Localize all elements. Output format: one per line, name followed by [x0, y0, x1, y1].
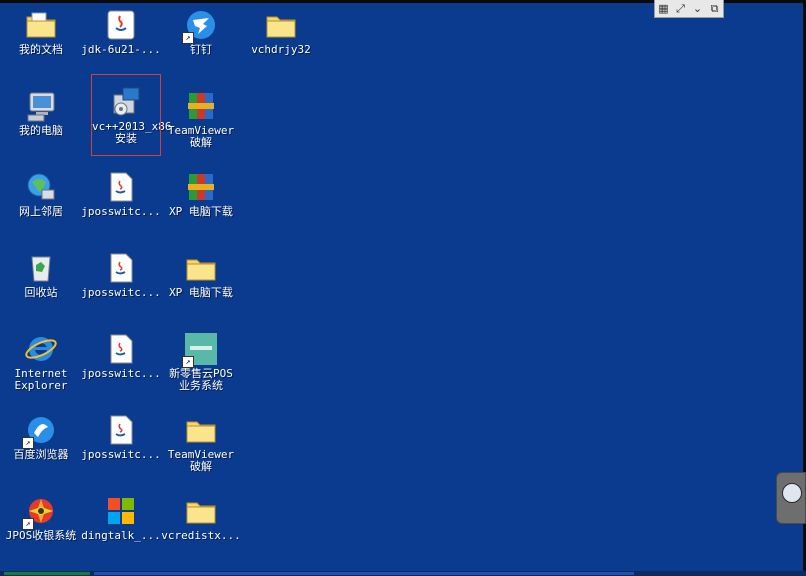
desktop-icon-jpos-cashier[interactable]: ↗ JPOS收银系统 — [1, 490, 81, 564]
icon-label: TeamViewer 破解 — [167, 124, 235, 149]
baidu-browser-icon: ↗ — [22, 413, 58, 449]
icon-label: jposswitc... — [81, 367, 161, 380]
desktop-icon-internet-explorer[interactable]: Internet Explorer — [1, 328, 81, 402]
desktop-icon-xinlingshou-pos[interactable]: ↗ 新零售云POS 业务系统 — [161, 328, 241, 402]
folder-docs-icon — [24, 8, 58, 42]
desktop-icon-jposswitch-3[interactable]: jposswitc... — [81, 328, 161, 402]
folder-icon — [184, 494, 218, 528]
desktop-icon-teamviewer-crack-1[interactable]: TeamViewer 破解 — [161, 85, 241, 159]
icon-label: 我的文档 — [19, 43, 63, 56]
folder-icon — [264, 8, 298, 42]
java-file-icon — [104, 332, 138, 366]
icon-label: 百度浏览器 — [13, 448, 69, 461]
desktop: 我的文档 我的电脑 网上邻居 回收站 Internet Explorer ↗ 百… — [0, 0, 806, 576]
computer-icon — [24, 89, 58, 123]
icon-label: 网上邻居 — [19, 205, 63, 218]
folder-icon — [184, 413, 218, 447]
desktop-icon-jposswitch-1[interactable]: jposswitc... — [81, 166, 161, 240]
desktop-icon-xp-download-2[interactable]: XP 电脑下载 — [161, 247, 241, 321]
icon-label: 钉钉 — [190, 43, 212, 56]
java-file-icon — [104, 413, 138, 447]
network-icon — [24, 170, 58, 204]
monitor-icon[interactable]: ⧉ — [708, 2, 722, 16]
icon-label: jposswitc... — [81, 205, 161, 218]
dingtalk-icon: ↗ — [182, 8, 218, 44]
grid-icon[interactable]: ▦ — [657, 2, 671, 15]
shortcut-arrow-icon: ↗ — [182, 356, 194, 368]
teamviewer-side-tab[interactable] — [776, 472, 806, 524]
start-button-edge[interactable] — [4, 572, 90, 575]
icon-label: jposswitc... — [81, 286, 161, 299]
taskbar-area — [94, 572, 634, 575]
desktop-icon-xp-download-1[interactable]: XP 电脑下载 — [161, 166, 241, 240]
icon-label: 新零售云POS 业务系统 — [169, 367, 233, 392]
shortcut-arrow-icon: ↗ — [22, 437, 34, 449]
icon-label: vcredistx... — [161, 529, 241, 542]
desktop-icon-recycle-bin[interactable]: 回收站 — [1, 247, 81, 321]
desktop-icon-my-documents[interactable]: 我的文档 — [1, 4, 81, 78]
icon-label: dingtalk_... — [81, 529, 161, 542]
desktop-icon-jposswitch-4[interactable]: jposswitc... — [81, 409, 161, 483]
winrar-archive-icon — [184, 170, 218, 204]
desktop-icon-vchdrjy32[interactable]: vchdrjy32 — [241, 4, 321, 78]
icon-label: TeamViewer 破解 — [167, 448, 235, 473]
pos-app-icon: ↗ — [182, 332, 218, 368]
fullscreen-icon[interactable]: ⤢ — [674, 2, 688, 16]
jpos-icon: ↗ — [22, 494, 58, 530]
winrar-archive-icon — [184, 89, 218, 123]
java-file-icon — [104, 170, 138, 204]
icon-label: vchdrjy32 — [251, 43, 311, 56]
desktop-icon-jdk[interactable]: jdk-6u21-... — [81, 4, 161, 78]
icon-label: jposswitc... — [81, 448, 161, 461]
java-installer-icon — [104, 8, 138, 42]
desktop-icon-teamviewer-crack-2[interactable]: TeamViewer 破解 — [161, 409, 241, 483]
icon-label: Internet Explorer — [14, 367, 68, 392]
dingtalk-installer-icon — [104, 494, 138, 528]
icon-label: jdk-6u21-... — [81, 43, 161, 56]
ie-icon — [24, 332, 58, 366]
desktop-icon-vcpp-2013[interactable]: vc++2013_x86 安装 — [91, 74, 172, 156]
installer-icon — [109, 85, 143, 119]
desktop-icon-baidu-browser[interactable]: ↗ 百度浏览器 — [1, 409, 81, 483]
folder-icon — [184, 251, 218, 285]
java-file-icon — [104, 251, 138, 285]
teamviewer-icon — [782, 483, 802, 503]
icon-label: JPOS收银系统 — [5, 529, 77, 542]
icon-label: vc++2013_x86 安装 — [92, 120, 172, 145]
icon-label: XP 电脑下载 — [169, 205, 233, 218]
shortcut-arrow-icon: ↗ — [182, 32, 194, 44]
remote-control-toolbar: ▦ ⤢ ⌄ ⧉ — [654, 0, 724, 18]
taskbar-edge — [0, 571, 806, 576]
desktop-icon-jposswitch-2[interactable]: jposswitc... — [81, 247, 161, 321]
desktop-icon-vcredist[interactable]: vcredistx... — [161, 490, 241, 564]
icon-label: XP 电脑下载 — [169, 286, 233, 299]
shortcut-arrow-icon: ↗ — [22, 518, 34, 530]
desktop-icon-dingding[interactable]: ↗ 钉钉 — [161, 4, 241, 78]
desktop-icon-network-places[interactable]: 网上邻居 — [1, 166, 81, 240]
desktop-icon-my-computer[interactable]: 我的电脑 — [1, 85, 81, 159]
chevron-down-icon[interactable]: ⌄ — [691, 2, 705, 15]
icon-label: 回收站 — [24, 286, 58, 299]
desktop-icon-dingtalk-installer[interactable]: dingtalk_... — [81, 490, 161, 564]
icon-label: 我的电脑 — [19, 124, 63, 137]
recycle-bin-icon — [24, 251, 58, 285]
